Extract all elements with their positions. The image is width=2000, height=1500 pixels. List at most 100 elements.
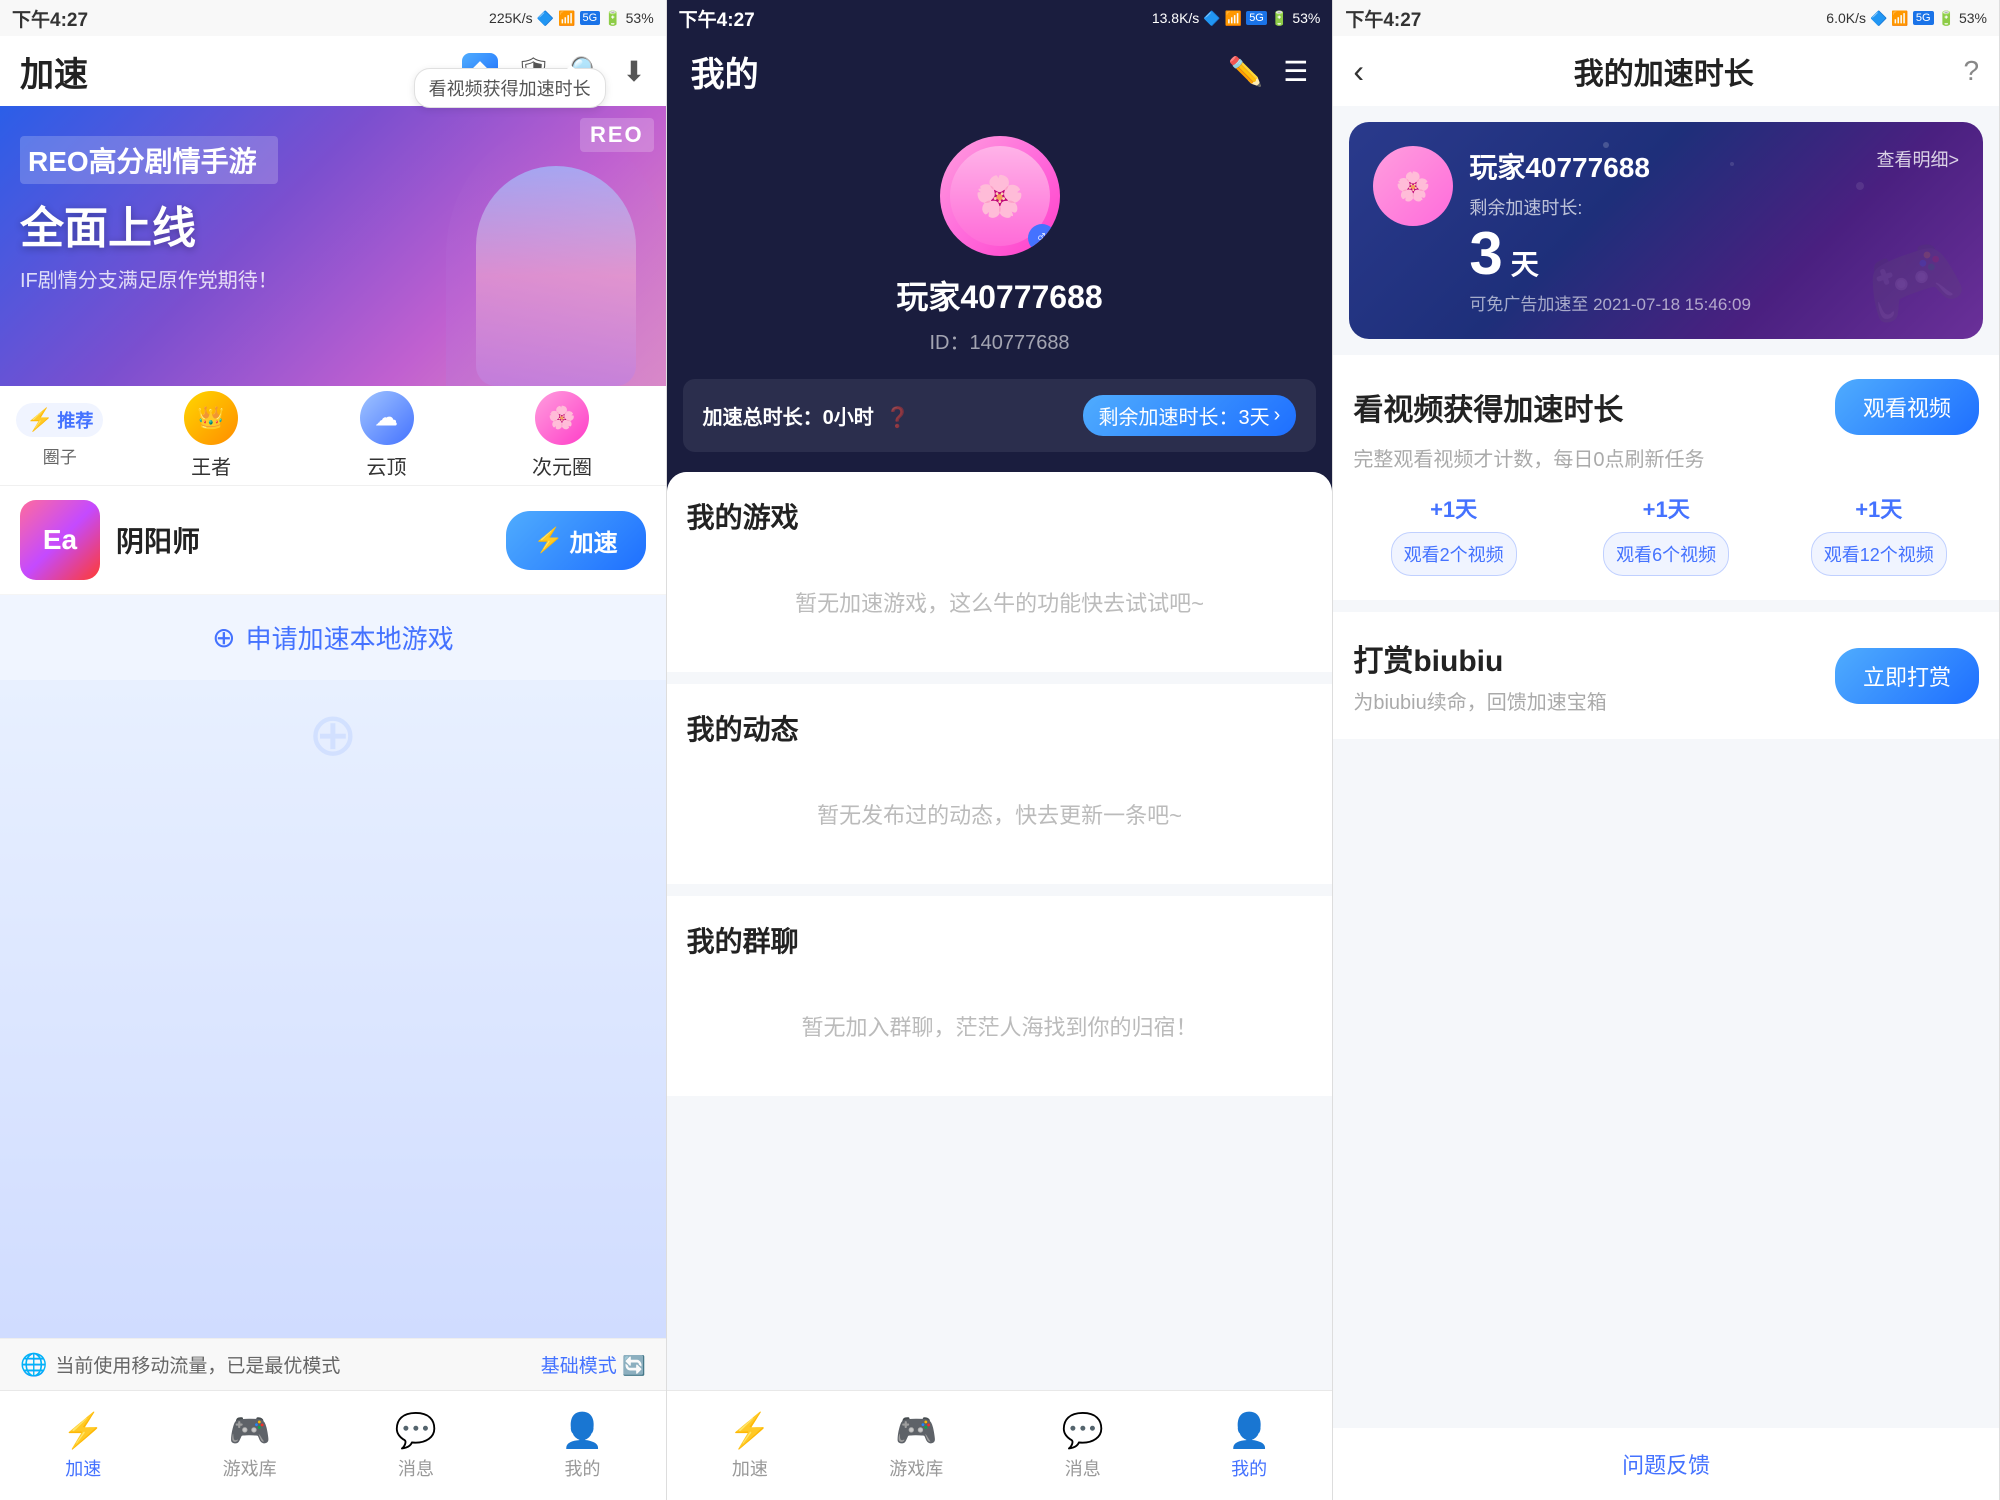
tier-1-button[interactable]: 观看2个视频: [1391, 532, 1517, 576]
my-posts-section: 我的动态 暂无发布过的动态，快去更新一条吧~: [667, 684, 1333, 884]
status-right[interactable]: 基础模式 🔄: [541, 1351, 646, 1378]
my-posts-title: 我的动态: [687, 708, 1313, 748]
panel-speed-duration: 下午4:27 6.0K/s 🔷 📶 5G 🔋 53% ‹ 我的加速时长 ? 🌸 …: [1333, 0, 2000, 1500]
reward-section: 打赏biubiu 为biubiu续命，回馈加速宝箱 立即打赏: [1333, 612, 1999, 739]
accelerate-title: 加速: [20, 47, 88, 96]
reward-desc: 为biubiu续命，回馈加速宝箱: [1353, 686, 1606, 715]
circle-label-ciyuan: 次元圈: [532, 451, 592, 480]
battery-pct-1: 53%: [626, 10, 654, 26]
network-tag-1: 5G: [580, 11, 601, 25]
banner-line3: IF剧情分支满足原作党期待！: [20, 264, 278, 293]
nav2-mine[interactable]: 👤 我的: [1166, 1411, 1332, 1481]
mine-header: 我的 ✏️ ☰: [667, 36, 1333, 106]
bluetooth-icon-2: 🔷: [1203, 10, 1220, 27]
username: 玩家40777688: [896, 272, 1102, 318]
nav-gamelibrary[interactable]: 🎮 游戏库: [166, 1411, 332, 1481]
apply-local-game[interactable]: ⊕ 申请加速本地游戏: [0, 595, 666, 680]
circle-item-yunding[interactable]: ☁ 云顶: [299, 391, 474, 480]
reward-button[interactable]: 立即打赏: [1835, 648, 1979, 704]
battery-icon-2: 🔋: [1271, 10, 1288, 27]
recommend-label: 推荐: [57, 407, 93, 433]
gray-content-area: [1333, 739, 1999, 1428]
panel-mine: 下午4:27 13.8K/s 🔷 📶 5G 🔋 53% 我的 ✏️ ☰ 🌸 ♂ …: [667, 0, 1334, 1500]
bottom-status: 🌐 当前使用移动流量，已是最优模式 基础模式 🔄: [0, 1338, 666, 1390]
circle-avatar-wangzhe: 👑: [184, 391, 238, 445]
nav-gamelibrary-icon: 🎮: [228, 1411, 270, 1451]
remain-unit: 天: [1511, 243, 1539, 283]
speed-button[interactable]: ⚡ 加速: [506, 511, 646, 570]
my-groups-section: 我的群聊 暂无加入群聊，茫茫人海找到你的归宿！: [667, 896, 1333, 1096]
signal-icon: 📶: [558, 10, 575, 27]
bottom-nav-1: ⚡ 加速 🎮 游戏库 💬 消息 👤 我的: [0, 1390, 666, 1500]
watch-video-button[interactable]: 观看视频: [1835, 379, 1979, 435]
status-left-text: 当前使用移动流量，已是最优模式: [55, 1351, 340, 1378]
remain-days: 3: [1469, 224, 1502, 284]
tier-3-bonus: +1天: [1855, 492, 1902, 524]
nav-accelerate[interactable]: ⚡ 加速: [0, 1411, 166, 1481]
nav2-gamelibrary-label: 游戏库: [889, 1455, 943, 1481]
banner-text: REO高分剧情手游 全面上线 IF剧情分支满足原作党期待！: [20, 136, 278, 293]
nav2-message-label: 消息: [1065, 1455, 1101, 1481]
game-name-onmyoji: 阴阳师: [116, 520, 490, 560]
status-icons-1: 225K/s 🔷 📶 5G 🔋 53%: [489, 10, 654, 27]
speed-indicator-3: 6.0K/s: [1826, 10, 1866, 26]
nav-accelerate-icon: ⚡: [62, 1411, 104, 1451]
network-tag-2: 5G: [1246, 11, 1267, 25]
nav2-gamelibrary-icon: 🎮: [895, 1411, 937, 1451]
recommend-circle[interactable]: ⚡ 推荐 圈子: [16, 403, 103, 468]
signal-icon-2: 📶: [1225, 10, 1242, 27]
tier-1: +1天 观看2个视频: [1353, 492, 1554, 576]
nav2-accelerate-label: 加速: [732, 1455, 768, 1481]
tier-2-bonus: +1天: [1643, 492, 1690, 524]
nav-message-icon: 💬: [395, 1411, 437, 1451]
my-games-empty: 暂无加速游戏，这么牛的功能快去试试吧~: [687, 556, 1313, 648]
refresh-icon: 🔄: [622, 1356, 646, 1377]
reward-title: 打赏biubiu: [1353, 636, 1606, 680]
nav-accelerate-label: 加速: [65, 1455, 101, 1481]
apply-text: 申请加速本地游戏: [246, 619, 454, 656]
user-profile: 🌸 ♂ 玩家40777688 ID：140777688: [667, 106, 1333, 379]
nav2-accelerate-icon: ⚡: [729, 1411, 771, 1451]
circle-item-wangzhe[interactable]: 👑 王者: [123, 391, 298, 480]
status-icons-2: 13.8K/s 🔷 📶 5G 🔋 53%: [1152, 10, 1321, 27]
game-list: Ea 阴阳师 ⚡ 加速: [0, 486, 666, 595]
remain-speed-btn[interactable]: 剩余加速时长：3天 ›: [1083, 395, 1297, 436]
question-icon[interactable]: ❓: [885, 407, 910, 429]
menu-icon[interactable]: ☰: [1283, 55, 1308, 88]
tier-2-button[interactable]: 观看6个视频: [1603, 532, 1729, 576]
my-games-section: 我的游戏 暂无加速游戏，这么牛的功能快去试试吧~: [667, 472, 1333, 672]
bluetooth-icon: 🔷: [537, 10, 554, 27]
speed-duration-title: 我的加速时长: [1574, 49, 1754, 93]
mine-content: 我的游戏 暂无加速游戏，这么牛的功能快去试试吧~ 我的动态 暂无发布过的动态，快…: [667, 472, 1333, 1390]
banner: REO REO高分剧情手游 全面上线 IF剧情分支满足原作党期待！: [0, 106, 666, 386]
view-detail-link[interactable]: 查看明细>: [1877, 146, 1960, 172]
network-tag-3: 5G: [1913, 11, 1934, 25]
status-time-1: 下午4:27: [12, 5, 88, 32]
banner-line2: 全面上线: [20, 192, 278, 256]
nav-mine[interactable]: 👤 我的: [499, 1411, 665, 1481]
nav2-gamelibrary[interactable]: 🎮 游戏库: [833, 1411, 999, 1481]
nav2-message[interactable]: 💬 消息: [1000, 1411, 1166, 1481]
tier-2: +1天 观看6个视频: [1566, 492, 1767, 576]
edit-icon[interactable]: ✏️: [1228, 55, 1263, 88]
circle-label-yunding: 云顶: [367, 451, 407, 480]
banner-line1: REO高分剧情手游: [20, 136, 278, 184]
circle-section: ⚡ 推荐 圈子 👑 王者 ☁ 云顶 🌸 次元圈: [0, 386, 666, 486]
tier-3: +1天 观看12个视频: [1778, 492, 1979, 576]
battery-pct-2: 53%: [1292, 10, 1320, 26]
banner-character: [446, 126, 666, 386]
circle-item-ciyuan[interactable]: 🌸 次元圈: [474, 391, 649, 480]
feedback-link[interactable]: 问题反馈: [1333, 1428, 1999, 1500]
game-item-onmyoji: Ea 阴阳师 ⚡ 加速: [0, 486, 666, 595]
help-button[interactable]: ?: [1963, 55, 1979, 87]
download-icon[interactable]: ⬇: [622, 55, 645, 88]
battery-icon-1: 🔋: [604, 10, 621, 27]
wave-decoration: [0, 680, 666, 1338]
nav2-accelerate[interactable]: ⚡ 加速: [667, 1411, 833, 1481]
nav-mine-label: 我的: [564, 1455, 600, 1481]
nav-message[interactable]: 💬 消息: [333, 1411, 499, 1481]
speed-indicator-2: 13.8K/s: [1152, 10, 1199, 26]
back-button[interactable]: ‹: [1353, 53, 1364, 90]
tier-3-button[interactable]: 观看12个视频: [1811, 532, 1947, 576]
nav2-message-icon: 💬: [1062, 1411, 1104, 1451]
